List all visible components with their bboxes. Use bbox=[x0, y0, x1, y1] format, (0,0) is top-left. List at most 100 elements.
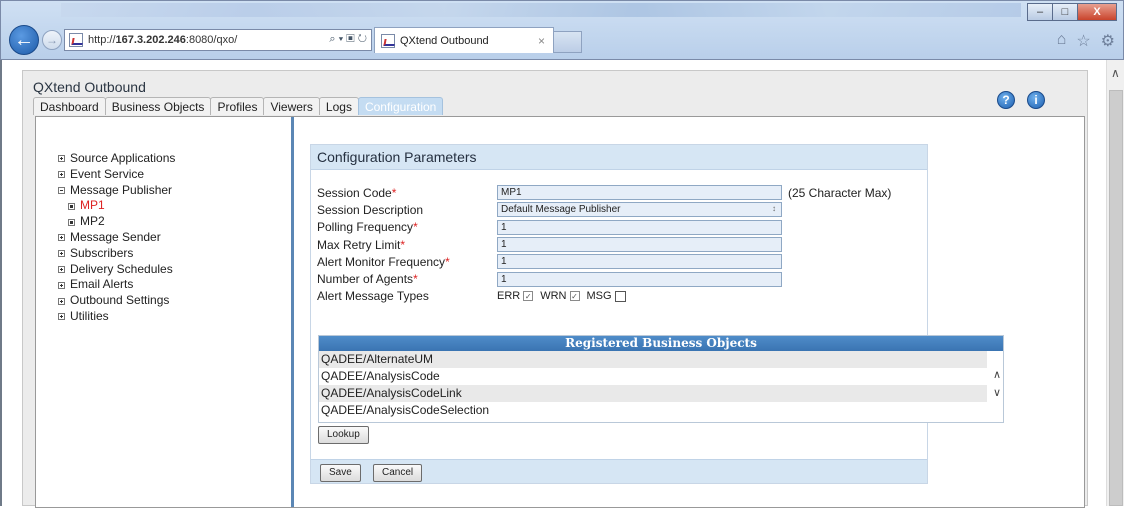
page-favicon-icon bbox=[69, 33, 83, 47]
list-item[interactable]: QADEE/AlternateUM bbox=[319, 351, 987, 368]
settings-gear-icon[interactable]: ⚙ bbox=[1101, 31, 1115, 51]
browser-tab[interactable]: QXtend Outbound × bbox=[374, 27, 554, 53]
resize-spin-icon[interactable]: ↕ bbox=[772, 203, 776, 215]
scrollbar-thumb[interactable] bbox=[1109, 90, 1123, 506]
expand-icon[interactable] bbox=[58, 297, 65, 305]
sidebar-item-outbound-settings[interactable]: Outbound Settings bbox=[58, 293, 175, 309]
forward-arrow-icon: → bbox=[46, 33, 58, 47]
page-scrollbar[interactable]: ∧ bbox=[1106, 60, 1124, 506]
info-icon[interactable]: i bbox=[1027, 91, 1045, 109]
panel-button-bar: Save Cancel bbox=[311, 459, 927, 483]
polling-frequency-row: Polling Frequency* 1 bbox=[317, 219, 891, 236]
sidebar-item-label: Message Publisher bbox=[70, 182, 173, 197]
expand-icon[interactable] bbox=[58, 171, 65, 179]
polling-frequency-input[interactable]: 1 bbox=[497, 219, 782, 235]
favorites-star-icon[interactable]: ☆ bbox=[1076, 31, 1090, 51]
address-bar[interactable]: http://167.3.202.246:8080/qxo/ ⌕ ▾ ▣ ↻ bbox=[64, 29, 372, 51]
tab-dashboard[interactable]: Dashboard bbox=[33, 97, 106, 115]
home-icon[interactable]: ⌂ bbox=[1057, 31, 1067, 51]
save-button[interactable]: Save bbox=[320, 464, 361, 482]
max-retry-limit-row: Max Retry Limit* 1 bbox=[317, 236, 891, 253]
sidebar-item-subscribers[interactable]: Subscribers bbox=[58, 246, 175, 262]
err-checkbox[interactable]: ✓ bbox=[523, 291, 534, 302]
url-rest: :8080/qxo/ bbox=[185, 34, 238, 46]
list-item[interactable]: QADEE/AnalysisCodeLink bbox=[319, 385, 987, 402]
session-code-input[interactable]: MP1 bbox=[497, 185, 782, 201]
list-scroll-arrows: ∧ ∨ bbox=[993, 366, 1001, 402]
app-container: QXtend Outbound Dashboard Business Objec… bbox=[22, 70, 1088, 508]
tab-close-icon[interactable]: × bbox=[538, 34, 545, 48]
collapse-icon[interactable] bbox=[58, 186, 65, 194]
list-scroll-up-icon[interactable]: ∧ bbox=[993, 366, 1001, 384]
registered-list: QADEE/AlternateUM QADEE/AnalysisCode QAD… bbox=[319, 351, 987, 419]
alert-monitor-frequency-input[interactable]: 1 bbox=[497, 254, 782, 270]
expand-icon[interactable] bbox=[58, 250, 65, 258]
minimize-button[interactable]: – bbox=[1027, 3, 1053, 21]
scroll-up-icon[interactable]: ∧ bbox=[1111, 66, 1120, 80]
list-item[interactable]: QADEE/AnalysisCodeSelection bbox=[319, 402, 987, 419]
cancel-button[interactable]: Cancel bbox=[373, 464, 423, 482]
number-of-agents-label: Number of Agents* bbox=[317, 272, 418, 287]
tab-logs[interactable]: Logs bbox=[318, 97, 359, 115]
max-retry-limit-input[interactable]: 1 bbox=[497, 237, 782, 253]
number-of-agents-row: Number of Agents* 1 bbox=[317, 270, 891, 287]
number-of-agents-input[interactable]: 1 bbox=[497, 271, 782, 287]
forward-button[interactable]: → bbox=[42, 30, 62, 50]
sidebar-item-mp2[interactable]: MP2 bbox=[58, 214, 175, 230]
sidebar-item-label: Message Sender bbox=[70, 229, 161, 244]
sidebar-item-label: Delivery Schedules bbox=[70, 261, 173, 276]
msg-checkbox[interactable] bbox=[614, 290, 626, 302]
sidebar-item-source-applications[interactable]: Source Applications bbox=[58, 151, 175, 167]
sidebar-item-email-alerts[interactable]: Email Alerts bbox=[58, 277, 175, 293]
wrn-label: WRN bbox=[540, 290, 567, 303]
wrn-checkbox[interactable]: ✓ bbox=[569, 291, 580, 302]
tab-business-objects[interactable]: Business Objects bbox=[104, 97, 212, 115]
tab-favicon-icon bbox=[381, 33, 395, 48]
maximize-button[interactable]: □ bbox=[1052, 3, 1078, 21]
session-description-label: Session Description bbox=[317, 202, 424, 217]
sidebar-item-event-service[interactable]: Event Service bbox=[58, 167, 175, 183]
window-controls: – □ X bbox=[1027, 3, 1117, 21]
alert-monitor-frequency-row: Alert Monitor Frequency* 1 bbox=[317, 253, 891, 270]
list-scroll-down-icon[interactable]: ∨ bbox=[993, 384, 1001, 402]
sidebar-item-delivery-schedules[interactable]: Delivery Schedules bbox=[58, 262, 175, 278]
tab-configuration[interactable]: Configuration bbox=[357, 97, 444, 115]
leaf-icon bbox=[68, 218, 75, 226]
list-item[interactable]: QADEE/AnalysisCode bbox=[319, 368, 987, 385]
sidebar-item-message-publisher[interactable]: Message Publisher bbox=[58, 183, 175, 199]
title-bar-blur bbox=[61, 3, 1021, 17]
config-tree: Source Applications Event Service Messag… bbox=[58, 151, 175, 325]
sidebar-item-utilities[interactable]: Utilities bbox=[58, 309, 175, 325]
lookup-button[interactable]: Lookup bbox=[318, 426, 369, 444]
expand-icon[interactable] bbox=[58, 281, 65, 289]
registered-list-box[interactable]: Registered Business Objects QADEE/Altern… bbox=[318, 335, 1004, 423]
expand-icon[interactable] bbox=[58, 155, 65, 163]
sidebar-item-label: Utilities bbox=[70, 308, 109, 323]
url-prefix: http:// bbox=[88, 34, 116, 46]
polling-frequency-label: Polling Frequency* bbox=[317, 220, 418, 235]
session-code-row: Session Code* MP1 (25 Character Max) bbox=[317, 184, 891, 201]
new-tab-button[interactable] bbox=[554, 31, 582, 53]
expand-icon[interactable] bbox=[58, 234, 65, 242]
tab-viewers[interactable]: Viewers bbox=[263, 97, 320, 115]
app-title: QXtend Outbound bbox=[33, 79, 146, 95]
session-description-input[interactable]: Default Message Publisher ↕ bbox=[497, 202, 782, 218]
back-button[interactable]: ← bbox=[9, 25, 39, 55]
url-host: 167.3.202.246 bbox=[115, 34, 186, 46]
tab-title: QXtend Outbound bbox=[400, 34, 489, 47]
address-tools-icon[interactable]: ⌕ ▾ ▣ ↻ bbox=[329, 33, 367, 46]
sidebar-item-label: Event Service bbox=[70, 166, 145, 181]
sidebar-item-label: MP1 bbox=[80, 198, 105, 213]
session-code-hint: (25 Character Max) bbox=[788, 185, 892, 200]
alert-monitor-frequency-label: Alert Monitor Frequency* bbox=[317, 254, 450, 269]
sidebar-item-label: Outbound Settings bbox=[70, 293, 170, 308]
sidebar-item-label: Email Alerts bbox=[70, 277, 134, 292]
close-window-button[interactable]: X bbox=[1077, 3, 1117, 21]
help-icon[interactable]: ? bbox=[997, 91, 1015, 109]
alert-message-types-row: Alert Message Types ERR ✓ WRN ✓ MSG bbox=[317, 288, 891, 305]
expand-icon[interactable] bbox=[58, 265, 65, 273]
tab-profiles[interactable]: Profiles bbox=[210, 97, 265, 115]
sidebar-item-message-sender[interactable]: Message Sender bbox=[58, 230, 175, 246]
sidebar-item-mp1[interactable]: MP1 bbox=[58, 198, 175, 214]
expand-icon[interactable] bbox=[58, 313, 65, 321]
